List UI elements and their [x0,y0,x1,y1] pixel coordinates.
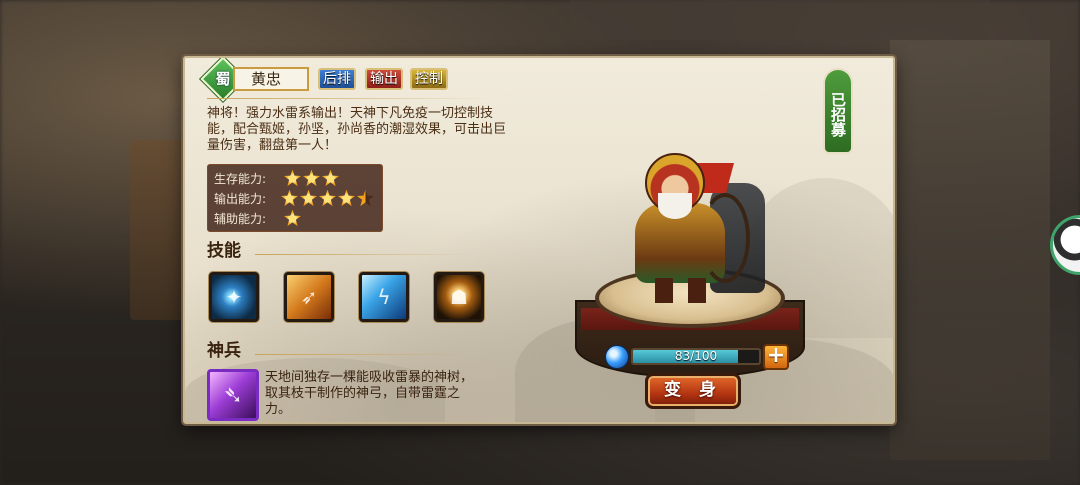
ability-row-survival: 生存能力: [214,168,376,188]
ability-label: 输出能力: [214,191,267,206]
soul-gem-icon [605,345,629,369]
role-tag-damage: 输出 [365,68,403,90]
star-icon [303,169,320,187]
role-tag-control: 控制 [410,68,448,90]
star-icon [281,189,298,207]
ability-label: 辅助能力: [214,211,267,226]
weapon-section-title: 神兵 [207,341,241,361]
background-side-strip [130,140,185,320]
hero-figure[interactable] [630,153,765,303]
star-icon [284,209,301,227]
progress-text: 83/100 [674,349,718,363]
star-rating [281,189,376,207]
skills-divider [255,254,475,255]
add-fragment-button[interactable]: + [763,344,789,370]
dark-summon-skill-icon[interactable]: ☗ [434,272,484,322]
ice-lightning-skill-icon[interactable]: ϟ [359,272,409,322]
background-right-panel [890,40,1050,460]
star-rating [284,209,303,227]
ability-row-damage: 输出能力: [214,188,376,208]
star-icon [319,189,336,207]
weapon-divider [255,354,475,355]
role-tag-back-row: 后排 [318,68,356,90]
header-divider [207,98,497,99]
ability-label: 生存能力: [214,171,267,186]
star-rating [284,169,341,187]
background-top-bar [570,0,990,40]
fragment-progress-bar: 83/100 [631,348,761,365]
recruited-banner: 已招募 [825,70,851,152]
transform-button[interactable]: 变 身 [645,373,741,409]
star-icon [322,169,339,187]
half-star-icon [357,189,374,207]
weapon-description: 天地间独存一棵能吸收雷暴的神树，取其枝干制作的神弓，自带雷霆之力。 [265,370,474,417]
hero-description: 神将！强力水雷系输出！天神下凡免疫一切控制技能，配合甄姬，孙坚，孙尚香的潮湿效果… [207,106,507,153]
star-icon [338,189,355,207]
star-icon [300,189,317,207]
shadow-warrior-skill-icon[interactable]: ✦ [209,272,259,322]
hero-name: 黄忠 [233,67,309,91]
arrow-strike-skill-icon[interactable]: ➶ [284,272,334,322]
ability-row-support: 辅助能力: [214,208,376,228]
skills-section-title: 技能 [207,241,241,261]
divine-bow-icon[interactable]: ➴ [207,369,259,421]
ability-ratings: 生存能力: 输出能力: 辅助能力: [207,164,383,232]
hero-detail-dialog: 蜀 黄忠 后排 输出 控制 神将！强力水雷系输出！天神下凡免疫一切控制技能，配合… [183,56,895,424]
star-icon [284,169,301,187]
